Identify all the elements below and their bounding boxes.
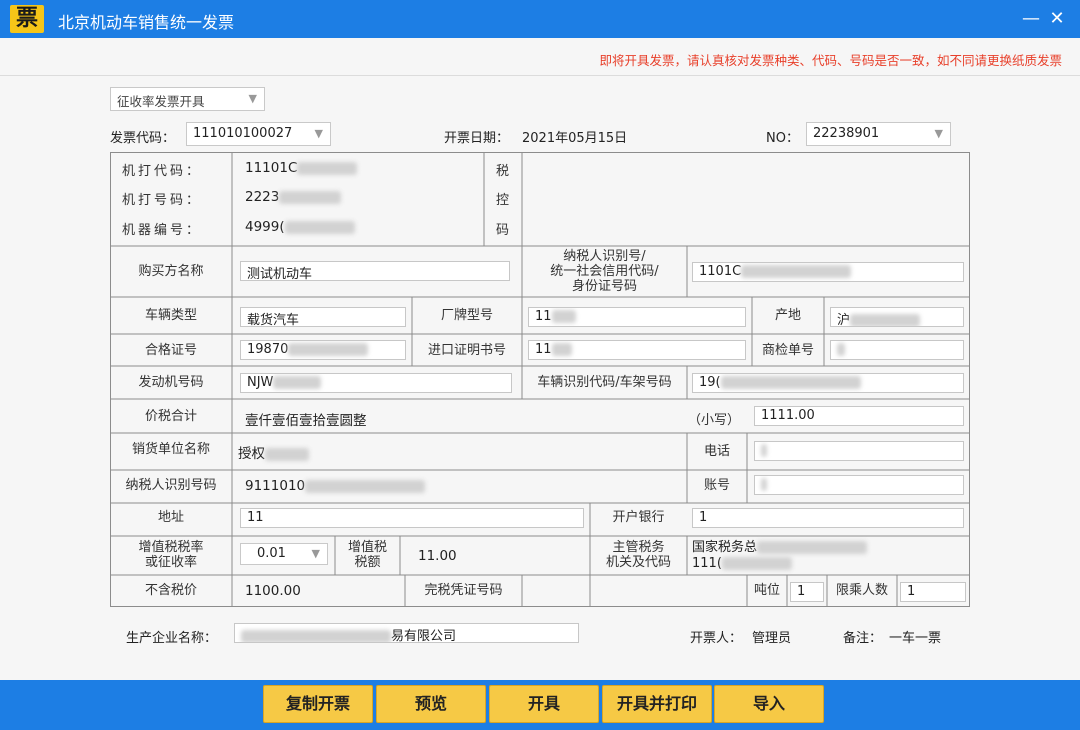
- issue-button[interactable]: 开具: [489, 685, 599, 723]
- window-title: 北京机动车销售统一发票: [58, 13, 235, 32]
- chevron-down-icon: ▼: [248, 92, 257, 105]
- issue-and-print-button[interactable]: 开具并打印: [602, 685, 712, 723]
- tax-authority-line1: 国家税务总: [692, 536, 868, 555]
- invoice-form: 机打代码： 11101C 机打号码： 2223 机器编号： 4999( 税 控 …: [110, 152, 970, 607]
- engine-input[interactable]: NJW: [240, 373, 512, 393]
- bank-label: 开户银行: [612, 510, 665, 525]
- tonnage-input[interactable]: 1: [790, 582, 824, 602]
- vat-rate-label: 增值税税率 或征收率: [138, 540, 204, 570]
- address-label: 地址: [157, 510, 184, 525]
- remark-label: 备注：: [843, 631, 883, 646]
- vin-label: 车辆识别代码/车架号码: [537, 375, 672, 390]
- vat-rate-select[interactable]: 0.01 ▼: [240, 543, 328, 565]
- account-label: 账号: [703, 478, 730, 493]
- issuer-value: 管理员: [752, 631, 792, 646]
- chevron-down-icon: ▼: [311, 547, 320, 560]
- import-button[interactable]: 导入: [714, 685, 824, 723]
- tax-authority-label: 主管税务 机关及代码: [605, 540, 671, 570]
- brand-model-input[interactable]: 11: [528, 307, 746, 327]
- total-label: 价税合计: [144, 409, 197, 424]
- invoice-code-select[interactable]: 111010100027 ▼: [186, 122, 331, 146]
- vehicle-type-label: 车辆类型: [144, 308, 197, 323]
- buyer-name-input[interactable]: 测试机动车: [240, 261, 510, 281]
- seller-tax-value: 9111010: [245, 478, 426, 494]
- account-input[interactable]: [754, 475, 964, 495]
- minimize-icon[interactable]: —: [1018, 6, 1044, 32]
- taxpayer-id-input[interactable]: 1101C: [692, 262, 964, 282]
- close-icon[interactable]: ✕: [1044, 6, 1070, 32]
- tax-control-label-1: 税: [496, 164, 510, 179]
- phone-label: 电话: [703, 444, 730, 459]
- seller-name-label: 销货单位名称: [131, 442, 210, 457]
- machine-device-value: 4999(: [245, 219, 355, 235]
- total-words-value: 壹仟壹佰壹拾壹圆整: [245, 413, 367, 429]
- passengers-input[interactable]: 1: [900, 582, 966, 602]
- chevron-down-icon: ▼: [314, 127, 323, 140]
- manufacturer-label: 生产企业名称：: [126, 631, 218, 646]
- import-cert-label: 进口证明书号: [427, 343, 506, 358]
- vehicle-type-input[interactable]: 载货汽车: [240, 307, 406, 327]
- machine-number-value: 2223: [245, 189, 342, 205]
- total-small-label: （小写）: [688, 413, 741, 428]
- origin-input[interactable]: 沪: [830, 307, 964, 327]
- vat-amount-value: 11.00: [418, 548, 457, 564]
- divider: [0, 75, 1080, 76]
- vin-input[interactable]: 19(: [692, 373, 964, 393]
- title-bar: 票 北京机动车销售统一发票 — ✕: [0, 0, 1080, 38]
- tax-control-label-2: 控: [496, 193, 510, 208]
- vat-rate-value: 0.01: [257, 546, 286, 561]
- seller-name-value: 授权: [238, 442, 309, 462]
- invoice-no-label: NO：: [766, 131, 799, 146]
- address-input[interactable]: 11: [240, 508, 584, 528]
- issue-date-label: 开票日期：: [444, 131, 510, 146]
- phone-input[interactable]: [754, 441, 964, 461]
- machine-device-label: 机器编号：: [122, 223, 203, 238]
- preview-button[interactable]: 预览: [376, 685, 486, 723]
- tax-control-label-3: 码: [496, 223, 510, 238]
- machine-code-value: 11101C: [245, 160, 358, 176]
- invoice-code-label: 发票代码：: [110, 131, 176, 146]
- remark-value: 一车一票: [889, 631, 942, 646]
- invoice-no-value: 22238901: [813, 126, 880, 141]
- invoice-no-select[interactable]: 22238901 ▼: [806, 122, 951, 146]
- engine-label: 发动机号码: [138, 375, 204, 390]
- tax-receipt-label: 完税凭证号码: [424, 583, 503, 598]
- tonnage-label: 吨位: [753, 583, 780, 598]
- invoice-mode-select[interactable]: 征收率发票开具 ▼: [110, 87, 265, 111]
- pretax-label: 不含税价: [144, 583, 197, 598]
- invoice-mode-value: 征收率发票开具: [117, 94, 205, 109]
- notice-text: 即将开具发票，请认真核对发票种类、代码、号码是否一致，如不同请更换纸质发票: [599, 53, 1062, 68]
- vat-amount-label: 增值税 税额: [347, 540, 387, 570]
- invoice-app-icon: 票: [10, 5, 44, 33]
- machine-number-label: 机打号码：: [122, 193, 203, 208]
- action-bar: 复制开票 预览 开具 开具并打印 导入: [0, 680, 1080, 730]
- certificate-label: 合格证号: [144, 343, 197, 358]
- machine-code-label: 机打代码：: [122, 164, 203, 179]
- brand-model-label: 厂牌型号: [440, 308, 493, 323]
- tax-authority-line2: 111(: [692, 556, 792, 571]
- inspection-input[interactable]: [830, 340, 964, 360]
- bank-input[interactable]: 1: [692, 508, 964, 528]
- inspection-label: 商检单号: [761, 343, 814, 358]
- copy-invoice-button[interactable]: 复制开票: [263, 685, 373, 723]
- import-cert-input[interactable]: 11: [528, 340, 746, 360]
- pretax-value: 1100.00: [245, 583, 301, 599]
- taxpayer-id-label: 纳税人识别号/ 统一社会信用代码/ 身份证号码: [550, 249, 659, 294]
- chevron-down-icon: ▼: [934, 127, 943, 140]
- buyer-name-label: 购买方名称: [138, 264, 204, 279]
- issue-date-value: 2021年05月15日: [522, 131, 628, 146]
- certificate-input[interactable]: 19870: [240, 340, 406, 360]
- manufacturer-input[interactable]: 易有限公司: [234, 623, 579, 643]
- total-small-input[interactable]: 1111.00: [754, 406, 964, 426]
- invoice-code-value: 111010100027: [193, 126, 293, 141]
- seller-tax-label: 纳税人识别号码: [125, 478, 217, 493]
- issuer-label: 开票人：: [690, 631, 743, 646]
- origin-label: 产地: [774, 308, 801, 323]
- passengers-label: 限乘人数: [835, 583, 888, 598]
